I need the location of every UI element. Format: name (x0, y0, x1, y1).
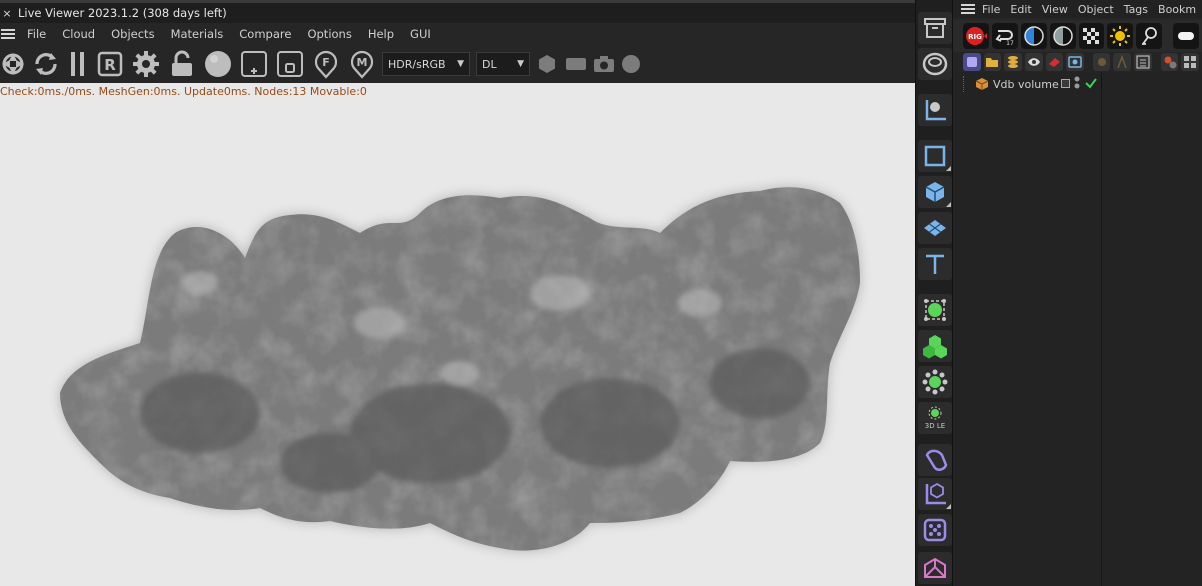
person-filter-icon[interactable] (1113, 53, 1132, 71)
field-icon[interactable]: 3D LE (918, 402, 952, 434)
render-viewport[interactable]: Check:0ms./0ms. MeshGen:0ms. Update0ms. … (0, 83, 915, 586)
om-menu-file[interactable]: File (982, 3, 1000, 16)
chevron-down-icon: ▼ (517, 59, 524, 69)
render-mode-value: DL (482, 57, 497, 71)
camera-icon[interactable] (592, 49, 616, 79)
om-menu-object[interactable]: Object (1078, 3, 1114, 16)
cloner-icon[interactable] (918, 330, 952, 362)
viewer-toolbar: R F M HDR/sRGB ▼ DL ▼ (0, 45, 915, 83)
menu-materials[interactable]: Materials (171, 27, 224, 41)
cube-icon[interactable] (918, 176, 952, 208)
om-menu-bookmarks[interactable]: Bookm (1158, 3, 1196, 16)
pause-icon[interactable] (66, 49, 90, 79)
camera-filter-icon[interactable] (1066, 53, 1084, 71)
menu-help[interactable]: Help (368, 27, 394, 41)
title-bar: × Live Viewer 2023.1.2 (308 days left) (0, 3, 915, 23)
menu-options[interactable]: Options (307, 27, 351, 41)
region-r-icon[interactable]: R (94, 49, 126, 79)
eraser-filter-icon[interactable] (1045, 53, 1064, 71)
checker-icon[interactable] (1078, 23, 1105, 49)
om-menu-tags[interactable]: Tags (1124, 3, 1148, 16)
om-toolbar: RIG 17 (953, 20, 1202, 52)
hamburger-icon[interactable] (1, 29, 15, 39)
settings-gear-icon[interactable] (130, 49, 162, 79)
cube-filter-icon[interactable] (963, 53, 981, 71)
om-menu-bar: File Edit View Object Tags Bookm (953, 0, 1202, 18)
command-palette: 3D LE (915, 0, 953, 586)
om-menu-view[interactable]: View (1042, 3, 1068, 16)
dice-icon[interactable] (918, 514, 952, 546)
window-icon[interactable] (274, 49, 306, 79)
live-viewer-window: × Live Viewer 2023.1.2 (308 days left) F… (0, 0, 915, 586)
render-mode-select[interactable]: DL ▼ (476, 52, 530, 76)
color-space-select[interactable]: HDR/sRGB ▼ (382, 52, 470, 76)
object-manager: File Edit View Object Tags Bookm RIG 17 (953, 0, 1202, 586)
tag-filter-icon[interactable] (1160, 53, 1179, 71)
cloud-render-image (0, 83, 915, 586)
svg-text:M: M (357, 56, 368, 69)
contrast-blue-icon[interactable] (1020, 23, 1047, 49)
area-light-icon[interactable] (1173, 23, 1199, 49)
archive-icon[interactable] (918, 12, 952, 44)
effector-gear-icon[interactable] (918, 366, 952, 398)
menu-cloud[interactable]: Cloud (62, 27, 95, 41)
tree-branch (963, 76, 975, 92)
stack-filter-icon[interactable] (1004, 53, 1022, 71)
add-window-icon[interactable] (238, 49, 270, 79)
null-object-icon[interactable] (918, 478, 952, 510)
window-title: Live Viewer 2023.1.2 (308 days left) (18, 6, 227, 20)
contrast-gray-icon[interactable] (1049, 23, 1076, 49)
menu-gui[interactable]: GUI (410, 27, 431, 41)
pin-f-icon[interactable]: F (310, 49, 342, 79)
plane-icon[interactable] (918, 212, 952, 244)
svg-text:17: 17 (1006, 40, 1014, 47)
grid-filter-icon[interactable] (1181, 53, 1200, 71)
eye-filter-icon[interactable] (1024, 53, 1043, 71)
list-filter-icon[interactable] (1134, 53, 1152, 71)
chevron-down-icon: ▼ (457, 59, 464, 69)
rectangle-icon[interactable] (564, 49, 588, 79)
om-menu-edit[interactable]: Edit (1010, 3, 1031, 16)
star-filter-icon[interactable] (1092, 53, 1111, 71)
svg-text:R: R (104, 56, 116, 74)
column-divider[interactable] (1101, 72, 1102, 586)
text-icon[interactable] (918, 248, 952, 280)
svg-text:RIG: RIG (968, 33, 982, 41)
menu-objects[interactable]: Objects (111, 27, 154, 41)
folder-filter-icon[interactable] (983, 53, 1002, 71)
vdb-volume-icon (975, 77, 989, 91)
color-space-value: HDR/sRGB (388, 57, 446, 71)
object-name: Vdb volume (993, 77, 1059, 91)
rectangle-spline-icon[interactable] (918, 140, 952, 172)
rig-icon[interactable]: RIG (963, 23, 989, 49)
menu-bar: File Cloud Objects Materials Compare Opt… (0, 23, 915, 45)
svg-text:F: F (322, 56, 330, 69)
visibility-dots-icon[interactable] (1074, 76, 1080, 90)
refresh-icon[interactable] (30, 49, 62, 79)
circle-icon[interactable] (620, 49, 642, 79)
close-icon[interactable]: × (0, 7, 14, 20)
pin-m-icon[interactable]: M (346, 49, 378, 79)
aperture-icon[interactable] (0, 49, 26, 79)
status-text: Check:0ms./0ms. MeshGen:0ms. Update0ms. … (0, 85, 367, 98)
svg-text:3D LE: 3D LE (925, 422, 945, 430)
sun-icon[interactable] (1107, 23, 1134, 49)
subdivision-icon[interactable] (918, 294, 952, 326)
sphere-icon[interactable] (202, 49, 234, 79)
undo-17-icon[interactable]: 17 (991, 23, 1018, 49)
coordinate-system-icon[interactable] (918, 94, 952, 126)
lightbulb-icon[interactable] (1136, 23, 1163, 49)
deformer-bend-icon[interactable] (918, 444, 952, 476)
torus-icon[interactable] (918, 48, 952, 80)
object-list: Vdb volume (953, 72, 1202, 586)
om-filter-bar (953, 52, 1202, 72)
lock-icon[interactable] (166, 49, 198, 79)
menu-file[interactable]: File (27, 27, 46, 41)
fracture-icon[interactable] (918, 552, 952, 584)
hexagon-icon[interactable] (536, 49, 558, 79)
hamburger-icon[interactable] (961, 4, 975, 14)
checkmark-icon[interactable] (1084, 76, 1098, 93)
menu-compare[interactable]: Compare (239, 27, 291, 41)
layer-icon[interactable] (1061, 79, 1070, 88)
